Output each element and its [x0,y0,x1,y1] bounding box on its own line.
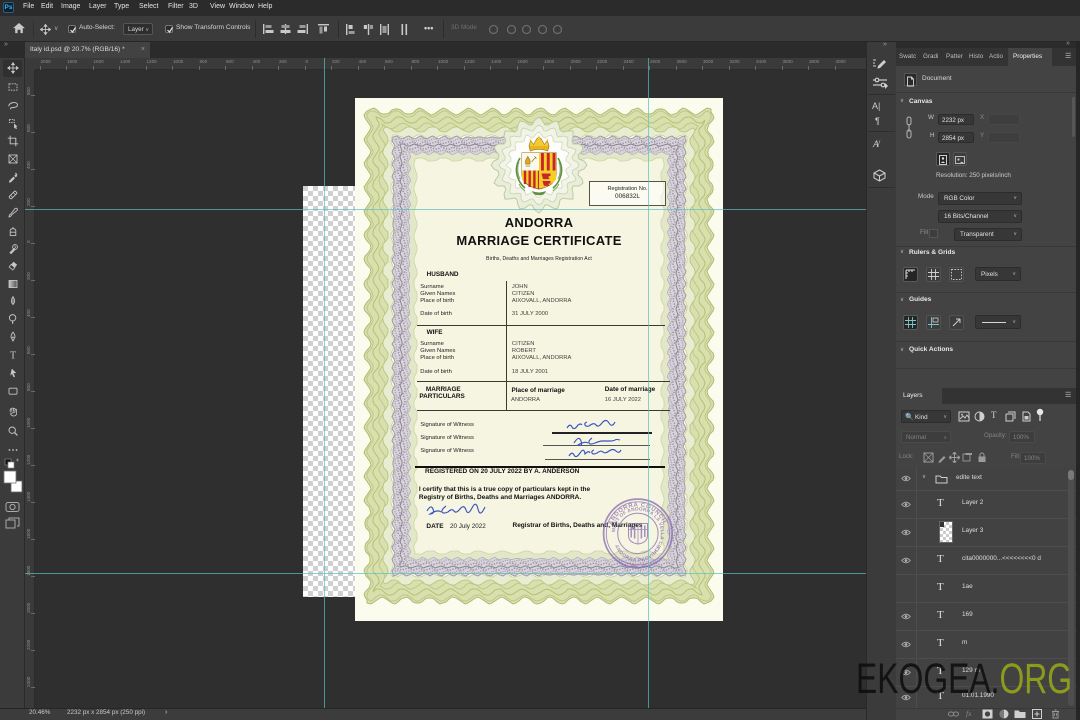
svg-text:T: T [9,351,16,361]
svg-text:DEPARTMENT OF ANDORRA LA VELLA: DEPARTMENT OF ANDORRA LA VELLA CITY [355,98,665,554]
